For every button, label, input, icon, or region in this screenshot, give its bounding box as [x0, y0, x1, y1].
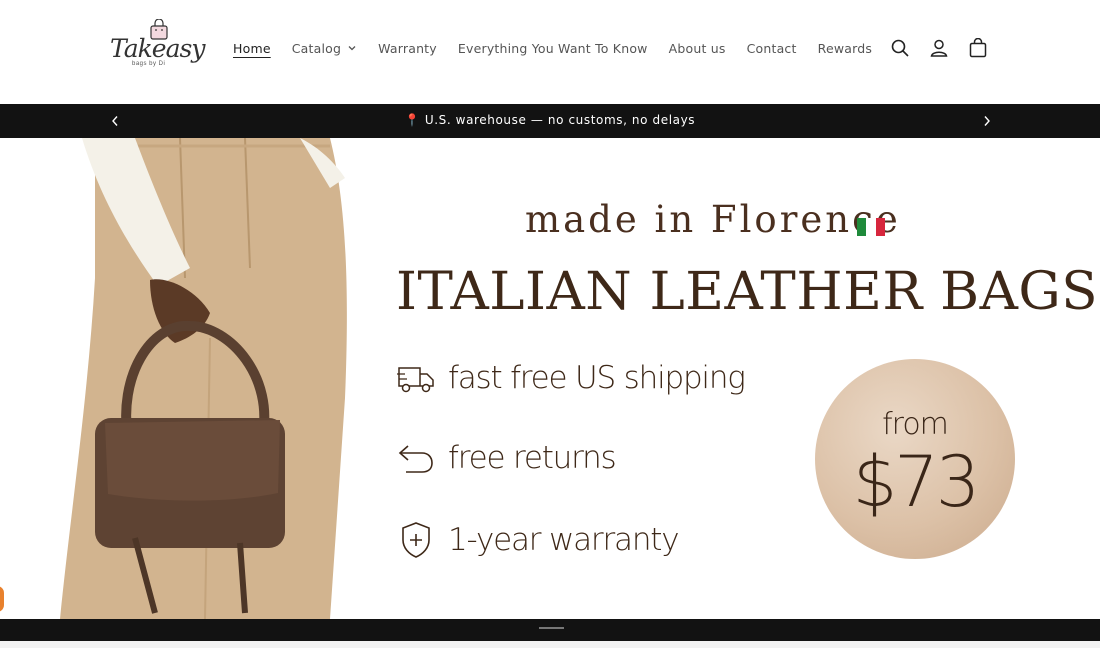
feature-shipping: fast free US shipping	[396, 358, 746, 398]
nav-item-about-us[interactable]: About us	[669, 41, 726, 56]
search-icon	[891, 39, 909, 57]
hero-title: ITALIAN LEATHER BAGS	[396, 262, 1099, 322]
brand-logo[interactable]: Takeasy bags by Di	[110, 18, 205, 74]
chevron-right-icon	[984, 116, 990, 126]
nav-item-warranty[interactable]: Warranty	[378, 41, 437, 56]
italian-flag-icon	[857, 218, 885, 236]
feature-returns: free returns	[396, 438, 617, 478]
slide-indicator[interactable]	[539, 627, 564, 629]
cart-icon	[969, 38, 987, 58]
announcement-next-button[interactable]	[980, 113, 994, 129]
account-button[interactable]	[927, 36, 951, 60]
price-value: $73	[852, 441, 981, 523]
nav-item-faq[interactable]: Everything You Want To Know	[458, 41, 648, 56]
cart-button[interactable]	[966, 36, 990, 60]
search-button[interactable]	[888, 36, 912, 60]
nav-item-catalog[interactable]: Catalog	[292, 41, 357, 56]
logo-subtext: bags by Di	[132, 61, 166, 67]
price-badge: from $73	[815, 359, 1015, 559]
header-icons	[888, 36, 1005, 60]
site-header: Takeasy bags by Di Home Catalog Warranty…	[0, 0, 1100, 104]
nav-item-contact[interactable]: Contact	[747, 41, 797, 56]
announcement-text: 📍 U.S. warehouse — no customs, no delays	[404, 113, 696, 127]
nav-item-home[interactable]: Home	[233, 41, 271, 56]
price-from-label: from	[882, 407, 949, 442]
announcement-bar: 📍 U.S. warehouse — no customs, no delays	[0, 104, 1100, 138]
nav-item-catalog-label: Catalog	[291, 40, 342, 56]
feature-warranty: 1-year warranty	[396, 520, 680, 560]
hero-subtitle: made in Florence	[525, 198, 901, 241]
logo-wordmark: Takeasy	[110, 34, 205, 63]
section-divider	[0, 641, 1100, 648]
main-nav: Home Catalog Warranty Everything You Wan…	[233, 38, 893, 58]
nav-item-rewards[interactable]: Rewards	[818, 41, 872, 56]
chevron-down-icon	[348, 46, 356, 51]
return-arrow-icon	[398, 445, 433, 473]
truck-icon	[397, 367, 434, 393]
feature-shipping-label: fast free US shipping	[448, 360, 746, 396]
slideshow-controls	[0, 619, 1100, 641]
account-icon	[930, 39, 948, 57]
shield-plus-icon	[402, 522, 430, 558]
feature-warranty-label: 1-year warranty	[448, 522, 680, 558]
feature-returns-label: free returns	[448, 440, 617, 476]
hero-banner[interactable]: made in Florence ITALIAN LEATHER BAGS fa…	[0, 138, 1100, 619]
model-with-handbag-image	[60, 138, 347, 619]
